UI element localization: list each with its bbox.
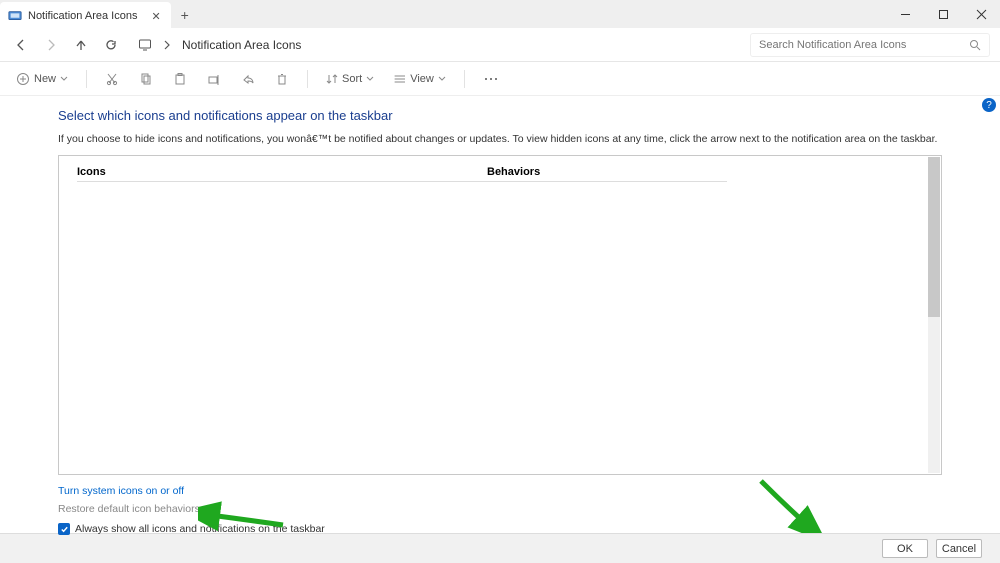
- search-input[interactable]: [759, 39, 969, 51]
- copy-button[interactable]: [135, 67, 157, 91]
- scrollbar-thumb[interactable]: [928, 157, 940, 317]
- sort-label: Sort: [342, 73, 362, 85]
- window-minimize-button[interactable]: [886, 0, 924, 28]
- delete-button[interactable]: [271, 67, 293, 91]
- search-icon[interactable]: [969, 39, 981, 51]
- page-content: ? Select which icons and notifications a…: [0, 96, 1000, 533]
- new-label: New: [34, 73, 56, 85]
- chevron-down-icon: [366, 75, 374, 83]
- command-toolbar: New Sort View: [0, 62, 1000, 96]
- view-button[interactable]: View: [390, 67, 450, 91]
- tab-title: Notification Area Icons: [28, 10, 137, 22]
- icon-behavior-table-frame: Icons Behaviors: [58, 155, 942, 475]
- cut-button[interactable]: [101, 67, 123, 91]
- breadcrumb-chevron-icon[interactable]: [162, 40, 172, 50]
- tab-close-icon[interactable]: ✕: [151, 10, 160, 23]
- new-button[interactable]: New: [12, 67, 72, 91]
- chevron-down-icon: [60, 75, 68, 83]
- vertical-scrollbar[interactable]: [928, 157, 940, 473]
- paste-button[interactable]: [169, 67, 191, 91]
- cancel-button[interactable]: Cancel: [936, 539, 982, 558]
- window-titlebar: Notification Area Icons ✕ +: [0, 0, 1000, 28]
- search-field[interactable]: [750, 33, 990, 57]
- sort-button[interactable]: Sort: [322, 67, 378, 91]
- share-button[interactable]: [237, 67, 259, 91]
- view-label: View: [410, 73, 434, 85]
- window-close-button[interactable]: [962, 0, 1000, 28]
- control-panel-icon: [8, 9, 22, 23]
- address-bar: Notification Area Icons: [0, 28, 1000, 62]
- always-show-checkbox-label: Always show all icons and notifications …: [75, 523, 325, 535]
- nav-forward-button[interactable]: [40, 34, 62, 56]
- rename-button[interactable]: [203, 67, 225, 91]
- page-heading: Select which icons and notifications app…: [58, 108, 942, 123]
- ok-button[interactable]: OK: [882, 539, 928, 558]
- nav-refresh-button[interactable]: [100, 34, 122, 56]
- new-tab-button[interactable]: +: [171, 2, 199, 28]
- column-header-behaviors[interactable]: Behaviors: [487, 166, 540, 178]
- page-subtext: If you choose to hide icons and notifica…: [58, 133, 942, 145]
- help-icon[interactable]: ?: [982, 98, 996, 112]
- nav-up-button[interactable]: [70, 34, 92, 56]
- column-header-icons[interactable]: Icons: [77, 166, 487, 178]
- chevron-down-icon: [438, 75, 446, 83]
- more-button[interactable]: [479, 67, 503, 91]
- link-system-icons[interactable]: Turn system icons on or off: [58, 485, 942, 497]
- monitor-icon: [138, 38, 152, 52]
- window-maximize-button[interactable]: [924, 0, 962, 28]
- dialog-footer: OK Cancel: [0, 533, 1000, 563]
- nav-back-button[interactable]: [10, 34, 32, 56]
- browser-tab[interactable]: Notification Area Icons ✕: [0, 2, 171, 30]
- link-restore-defaults[interactable]: Restore default icon behaviors: [58, 503, 942, 515]
- always-show-checkbox[interactable]: [58, 523, 70, 535]
- breadcrumb-title: Notification Area Icons: [182, 38, 301, 52]
